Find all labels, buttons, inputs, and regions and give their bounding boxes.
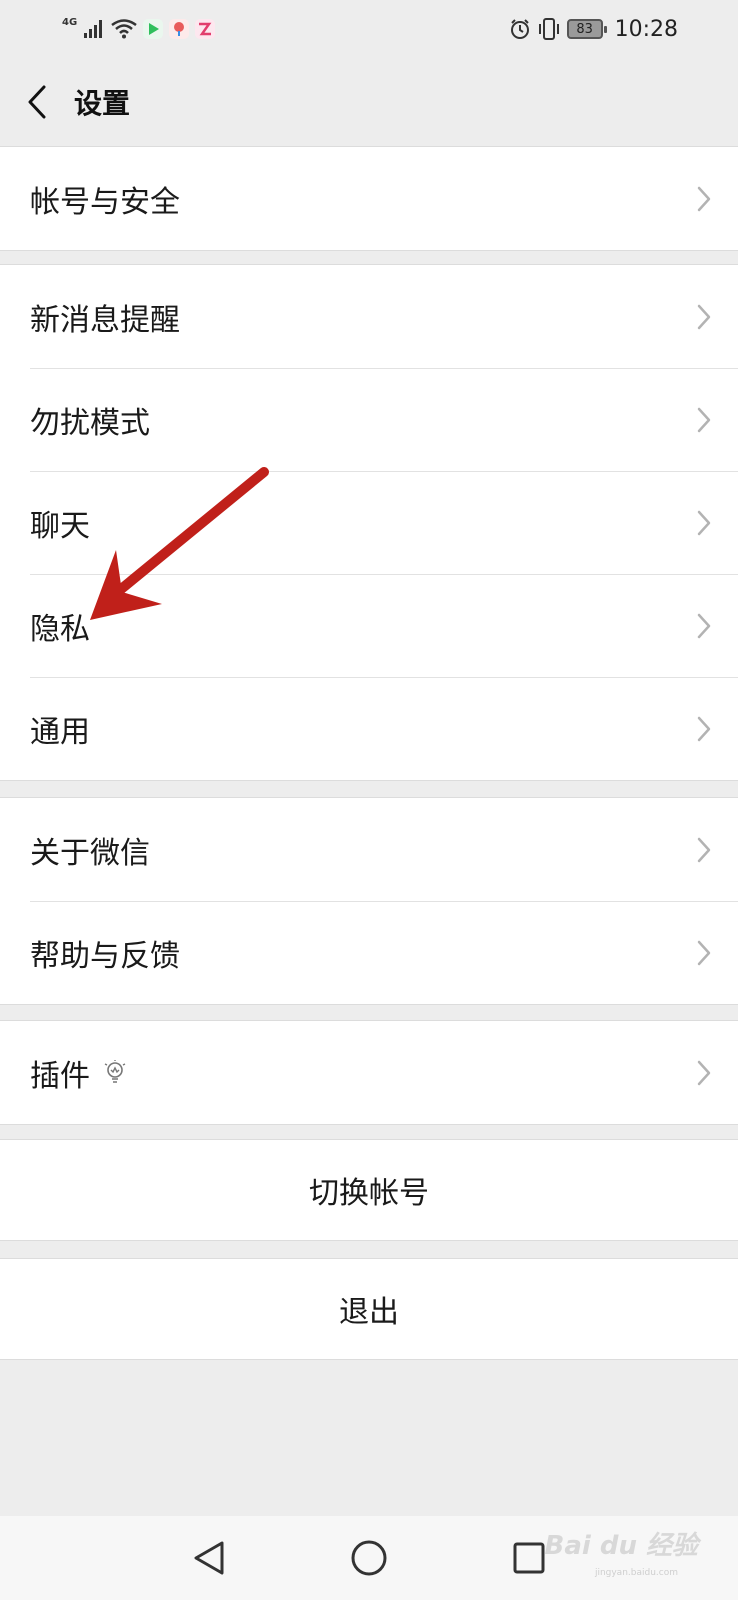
chevron-right-icon	[697, 716, 711, 741]
network-type: 4G	[62, 16, 78, 28]
status-right: 83 10:28	[509, 17, 678, 42]
watermark-logo: Bai du 经验	[544, 1531, 699, 1561]
settings-group-general: 新消息提醒 勿扰模式 聊天 隐私 通用	[0, 264, 738, 781]
title-bar: 设置	[0, 58, 738, 146]
settings-item-chat[interactable]: 聊天	[0, 471, 738, 574]
settings-item-about[interactable]: 关于微信	[0, 798, 738, 901]
chevron-right-icon	[697, 186, 711, 211]
wifi-icon	[111, 19, 137, 39]
switch-account-group: 切换帐号	[0, 1139, 738, 1241]
settings-item-general[interactable]: 通用	[0, 677, 738, 780]
settings-item-account-security[interactable]: 帐号与安全	[0, 147, 738, 250]
alarm-icon	[510, 19, 529, 39]
page-title: 设置	[74, 87, 131, 120]
settings-item-label: 帮助与反馈	[30, 938, 180, 974]
home-circle-icon[interactable]	[344, 1533, 394, 1583]
watermark-url: jingyan.baidu.com	[594, 1568, 678, 1578]
chevron-right-icon	[697, 304, 711, 329]
back-triangle-icon[interactable]	[184, 1533, 234, 1583]
logout-button[interactable]: 退出	[0, 1259, 738, 1359]
settings-group-plugins: 插件	[0, 1020, 738, 1125]
status-left: 4G	[62, 16, 216, 39]
app-play-icon	[143, 19, 164, 39]
settings-item-help-feedback[interactable]: 帮助与反馈	[0, 901, 738, 1004]
settings-item-label: 隐私	[30, 611, 90, 647]
chevron-right-icon	[697, 613, 711, 638]
app-video-icon	[195, 19, 216, 39]
signal-icon	[84, 20, 103, 38]
chevron-right-icon	[697, 837, 711, 862]
settings-item-label: 通用	[30, 714, 90, 750]
chevron-right-icon	[697, 407, 711, 432]
settings-item-privacy[interactable]: 隐私	[0, 574, 738, 677]
settings-item-plugins-label: 插件	[30, 1051, 126, 1095]
settings-item-label: 聊天	[30, 508, 90, 544]
vibrate-icon	[538, 18, 559, 40]
settings-item-label: 勿扰模式	[30, 405, 150, 441]
back-button[interactable]	[0, 58, 74, 146]
settings-group-account: 帐号与安全	[0, 146, 738, 251]
logout-group: 退出	[0, 1258, 738, 1360]
chevron-left-icon	[28, 85, 46, 119]
settings-item-label: 新消息提醒	[30, 302, 180, 338]
chevron-right-icon	[697, 1060, 711, 1085]
lightbulb-icon	[104, 1059, 126, 1083]
status-time: 10:28	[614, 16, 678, 42]
settings-item-plugins[interactable]: 插件	[0, 1021, 738, 1124]
settings-item-notifications[interactable]: 新消息提醒	[0, 265, 738, 368]
app-map-icon	[169, 19, 190, 39]
battery-icon: 83	[566, 19, 607, 39]
status-bar: 4G 83 10:28	[0, 0, 738, 58]
settings-item-label: 插件	[30, 1058, 90, 1094]
settings-item-label: 帐号与安全	[30, 184, 180, 220]
switch-account-button[interactable]: 切换帐号	[0, 1140, 738, 1240]
settings-item-label: 关于微信	[30, 835, 150, 871]
settings-group-about: 关于微信 帮助与反馈	[0, 797, 738, 1005]
settings-item-do-not-disturb[interactable]: 勿扰模式	[0, 368, 738, 471]
chevron-right-icon	[697, 940, 711, 965]
chevron-right-icon	[697, 510, 711, 535]
